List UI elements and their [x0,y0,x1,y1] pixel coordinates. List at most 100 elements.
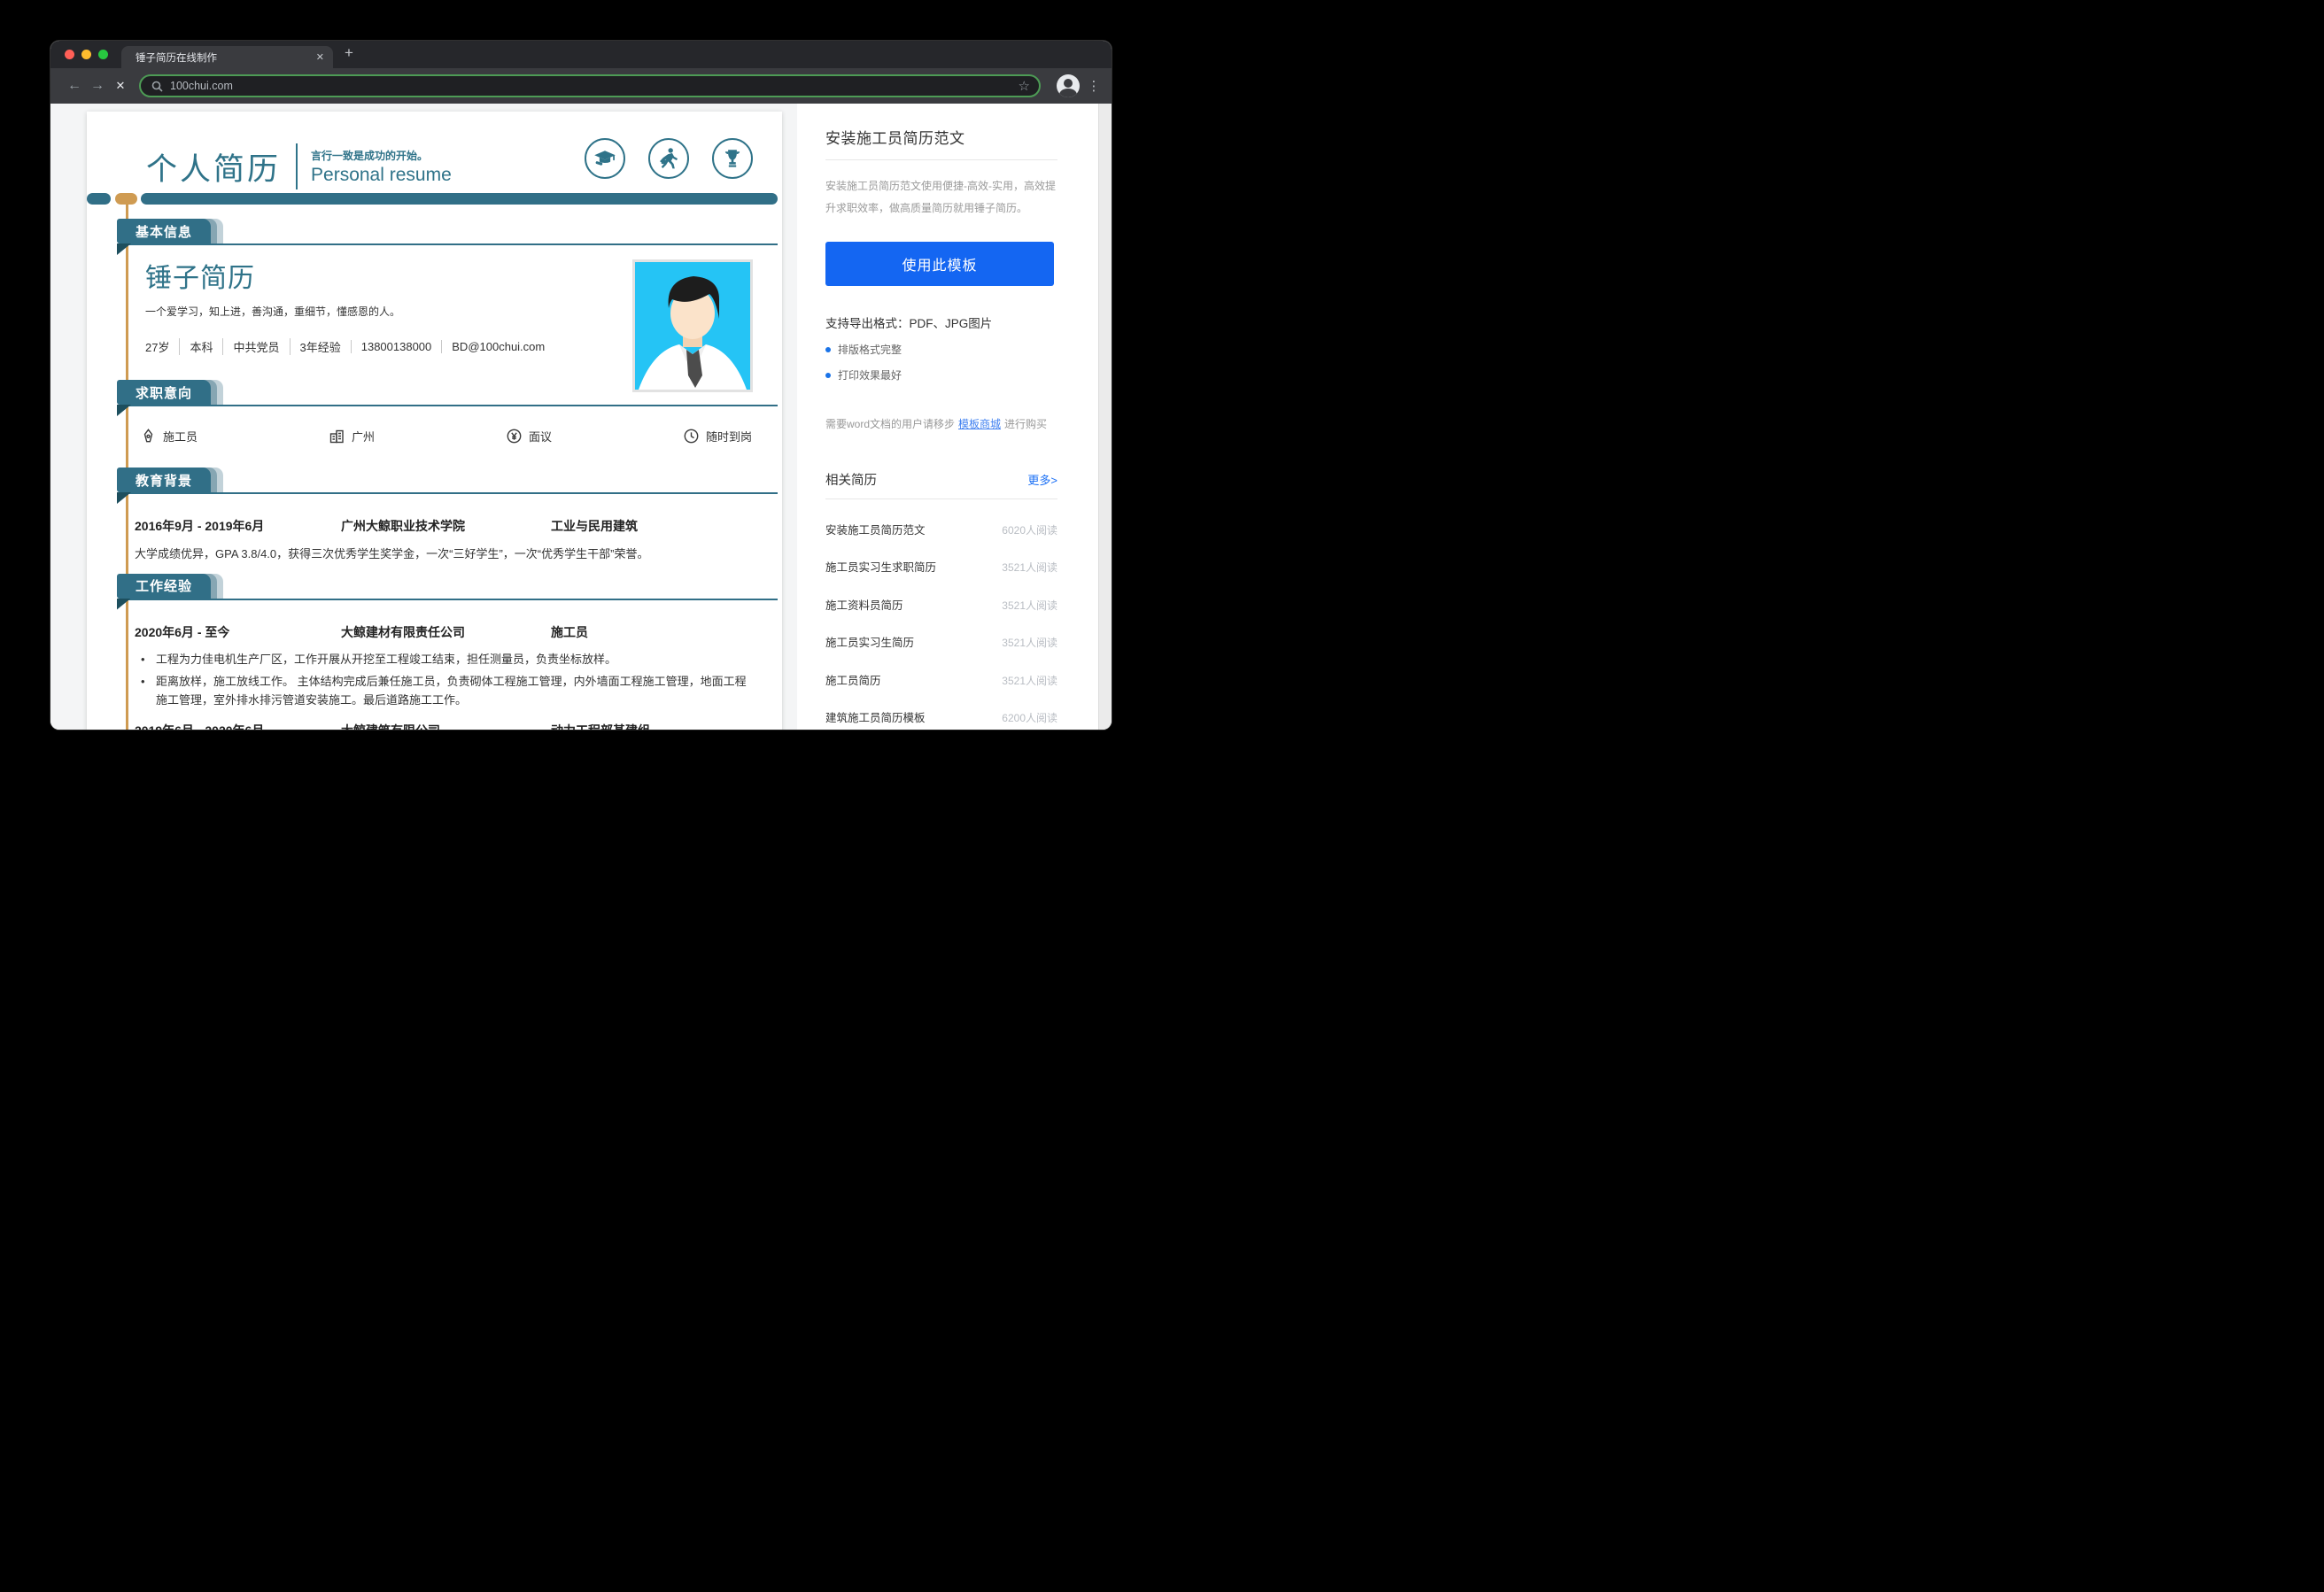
desktop-background: 锤子简历在线制作 ✕ + ← → ✕ 100chui.com ☆ ⋮ [0,0,1162,796]
maximize-window-button[interactable] [98,50,108,59]
teal-bar-long [141,193,778,205]
avatar-body [1059,89,1077,97]
intent-city: 广州 [329,428,507,444]
work-period: 2019年6月 - 2020年6月 [135,722,341,730]
work-row: 2020年6月 - 至今 大鲸建材有限责任公司 施工员 [135,623,782,641]
education-major: 工业与民用建筑 [551,517,782,535]
sidebar-divider [825,498,1057,499]
browser-tab-bar: 锤子简历在线制作 ✕ + [50,41,1112,68]
template-description: 安装施工员简历范文使用便捷-高效-实用，高效提升求职效率，做高质量简历就用锤子简… [825,175,1057,219]
address-bar[interactable]: 100chui.com ☆ [139,74,1041,97]
template-store-link[interactable]: 模板商城 [958,418,1001,430]
profile-avatar-button[interactable] [1057,74,1080,97]
template-sidebar: 安装施工员简历范文 安装施工员简历范文使用便捷-高效-实用，高效提升求职效率，做… [812,104,1073,730]
work-title: 施工员 [551,623,782,641]
bullet-dot-icon [825,347,831,352]
section-label-intent: 求职意向 [117,380,211,405]
fact-age: 27岁 [145,338,169,355]
work-bullets: 工程为力佳电机生产厂区，工作开展从开挖至工程竣工结束，担任测量员，负责坐标放样。… [141,650,782,709]
browser-tab[interactable]: 锤子简历在线制作 ✕ [121,46,333,68]
header-divider [296,143,298,189]
bullet-dot-icon [825,373,831,378]
new-tab-button[interactable]: + [345,44,353,62]
stop-loading-icon[interactable]: ✕ [109,79,132,93]
resume-title: 个人简历 [146,144,281,189]
resume-motto: 言行一致是成功的开始。 [311,148,452,163]
page-scrollbar[interactable] [1098,104,1112,730]
resume-header: 个人简历 言行一致是成功的开始。 Personal resume [87,143,782,189]
use-template-button[interactable]: 使用此模板 [825,242,1054,286]
education-school: 广州大鲸职业技术学院 [341,517,551,535]
education-detail: 大学成绩优异，GPA 3.8/4.0，获得三次优秀学生奖学金，一次“三好学生”，… [135,545,782,563]
related-item[interactable]: 施工资料员简历 3521人阅读 [825,596,1057,613]
yen-circle-icon [507,429,522,444]
education-period: 2016年9月 - 2019年6月 [135,517,341,535]
minimize-window-button[interactable] [81,50,91,59]
work-bullet: 距离放样，施工放线工作。 主体结构完成后兼任施工员，负责砌体工程施工管理，内外墙… [141,672,748,709]
resume-card: 个人简历 言行一致是成功的开始。 Personal resume [87,112,782,730]
clock-icon [684,429,699,444]
browser-menu-icon[interactable]: ⋮ [1087,78,1101,94]
section-label-work: 工作经验 [117,574,211,599]
avatar-head [1064,79,1073,88]
export-formats: 支持导出格式：PDF、JPG图片 [825,313,1057,331]
sidebar-divider [825,159,1057,160]
education-row: 2016年9月 - 2019年6月 广州大鲸职业技术学院 工业与民用建筑 [135,517,782,535]
intent-row: 施工员 广州 面议 随 [141,428,782,444]
browser-window: 锤子简历在线制作 ✕ + ← → ✕ 100chui.com ☆ ⋮ [50,41,1112,730]
section-header-education: 教育背景 [117,469,778,494]
search-icon [151,81,163,92]
section-tab-fold [117,405,131,416]
tab-title: 锤子简历在线制作 [136,50,316,65]
fact-email: BD@100chui.com [441,340,545,353]
word-purchase-note: 需要word文档的用户请移步模板商城进行购买 [825,416,1057,431]
bookmark-star-icon[interactable]: ☆ [1019,78,1030,94]
related-item[interactable]: 建筑施工员简历模板 6200人阅读 [825,708,1057,725]
more-link[interactable]: 更多> [1027,471,1057,488]
intent-availability: 随时到岗 [684,428,782,444]
timeline-top-bar [87,193,782,205]
related-item[interactable]: 施工员实习生求职简历 3521人阅读 [825,558,1057,575]
back-icon[interactable]: ← [63,78,86,94]
fact-degree: 本科 [179,338,213,355]
url-text: 100chui.com [170,80,1019,92]
section-tab-fold [117,492,131,504]
trophy-icon [712,138,753,179]
export-point: 打印效果最好 [825,367,1057,383]
work-company: 大鲸建材有限责任公司 [341,623,551,641]
section-header-work: 工作经验 [117,576,778,600]
section-label-education: 教育背景 [117,468,211,492]
export-point: 排版格式完整 [825,342,1057,357]
pen-nib-icon [141,429,156,444]
forward-icon[interactable]: → [86,78,109,94]
close-window-button[interactable] [65,50,74,59]
work-title: 动力工程部基建组 [551,722,782,730]
window-controls [65,50,108,59]
work-row: 2019年6月 - 2020年6月 大鲸建筑有限公司 动力工程部基建组 [135,722,782,730]
related-item[interactable]: 施工员实习生简历 3521人阅读 [825,633,1057,650]
page-content: 个人简历 言行一致是成功的开始。 Personal resume [50,104,1112,730]
related-header: 相关简历 更多> [825,470,1057,489]
related-title: 相关简历 [825,470,877,489]
tab-close-icon[interactable]: ✕ [316,51,324,63]
fact-phone: 13800138000 [351,340,432,353]
section-header-basic: 基本信息 [117,220,778,245]
resume-preview-area: 个人简历 言行一致是成功的开始。 Personal resume [50,104,797,730]
graduation-cap-icon [585,138,625,179]
related-item[interactable]: 施工员简历 3521人阅读 [825,671,1057,688]
id-photo [632,259,753,392]
work-company: 大鲸建筑有限公司 [341,722,551,730]
related-item[interactable]: 安装施工员简历范文 6020人阅读 [825,521,1057,537]
building-icon [329,429,345,444]
section-tab-fold [117,243,131,255]
header-icons [585,138,753,179]
template-title: 安装施工员简历范文 [825,126,1057,148]
resume-subtitle: Personal resume [311,165,452,186]
browser-toolbar: ← → ✕ 100chui.com ☆ ⋮ [50,68,1112,104]
fact-party: 中共党员 [222,338,279,355]
work-bullet: 工程为力佳电机生产厂区，工作开展从开挖至工程竣工结束，担任测量员，负责坐标放样。 [141,650,748,668]
running-worker-icon [648,138,689,179]
intent-salary: 面议 [507,428,684,444]
intent-position: 施工员 [141,428,329,444]
section-label-basic: 基本信息 [117,219,211,243]
